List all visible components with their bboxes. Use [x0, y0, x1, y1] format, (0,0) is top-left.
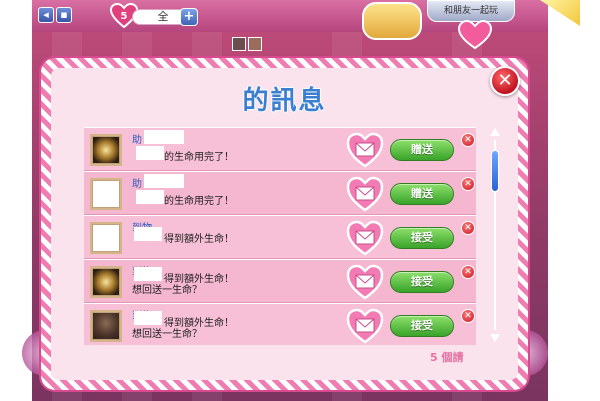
close-icon[interactable]: ✕	[461, 265, 475, 279]
avatar	[90, 266, 122, 298]
name-mask	[144, 130, 184, 144]
candy-decoration	[362, 2, 422, 40]
accept-life-button[interactable]: 接受	[390, 271, 454, 293]
friend-avatars	[232, 36, 268, 51]
friends-heart-icon	[457, 20, 493, 50]
avatar	[232, 37, 246, 51]
accept-life-button[interactable]: 接受	[390, 227, 454, 249]
settings-icon[interactable]: ▪	[56, 7, 72, 23]
menu-icon[interactable]: ◂	[38, 7, 54, 23]
name-mask	[136, 146, 164, 160]
heart-envelope-icon	[346, 308, 384, 344]
corner-banner	[540, 0, 580, 26]
heart-envelope-icon	[346, 132, 384, 168]
scroll-down-icon[interactable]	[490, 334, 500, 342]
close-icon[interactable]: ✕	[461, 133, 475, 147]
message-list: 助 的生命用完了！ 贈送 ✕ 助 的生命用完了！ 贈送 ✕ 得到額外生命！ 接受…	[84, 127, 476, 345]
close-icon[interactable]: ✕	[461, 309, 475, 323]
add-lives-button[interactable]: +	[180, 8, 198, 26]
name-mask	[134, 267, 162, 281]
avatar	[90, 222, 122, 254]
message-text: 的生命用完了！	[164, 152, 234, 163]
send-life-button[interactable]: 贈送	[390, 139, 454, 161]
message-text: 的生命用完了！	[164, 196, 234, 207]
heart-envelope-icon	[346, 220, 384, 256]
avatar	[90, 178, 122, 210]
message-text-secondary: 想回送一生命？	[132, 329, 202, 340]
scrollbar[interactable]	[489, 128, 501, 342]
message-row: 到物 得到額外生命！ 想回送一生命？ 接受 ✕	[84, 303, 476, 345]
message-row: 到物 得到額外生命！ 接受 ✕	[84, 215, 476, 259]
avatar	[248, 37, 262, 51]
sender-name: 助	[132, 179, 142, 190]
top-bar: ◂ ▪ 5 全 + 和朋友一起玩	[32, 0, 580, 51]
avatar	[90, 134, 122, 166]
message-row: 到物 得到額外生命！ 想回送一生命？ 接受 ✕	[84, 259, 476, 303]
request-count: 5 個請	[430, 351, 464, 364]
scroll-up-icon[interactable]	[490, 128, 500, 136]
game-screen: ◂ ▪ 5 全 + 和朋友一起玩 的訊息 ✕ 助 的生命用完了！ 贈送 ✕ 助 …	[0, 0, 600, 401]
message-text: 得到額外生命！	[164, 234, 234, 245]
message-row: 助 的生命用完了！ 贈送 ✕	[84, 127, 476, 171]
name-mask	[134, 311, 162, 325]
send-life-button[interactable]: 贈送	[390, 183, 454, 205]
heart-envelope-icon	[346, 176, 384, 212]
avatar	[90, 310, 122, 342]
close-dialog-button[interactable]: ✕	[490, 66, 520, 96]
accept-life-button[interactable]: 接受	[390, 315, 454, 337]
friends-panel[interactable]: 和朋友一起玩	[427, 0, 515, 22]
message-row: 助 的生命用完了！ 贈送 ✕	[84, 171, 476, 215]
close-icon[interactable]: ✕	[461, 221, 475, 235]
close-icon[interactable]: ✕	[461, 177, 475, 191]
lives-count: 5	[121, 11, 128, 22]
sender-name: 助	[132, 135, 142, 146]
scroll-thumb[interactable]	[491, 150, 499, 192]
name-mask	[136, 190, 164, 204]
dialog-title: 的訊息	[242, 86, 327, 116]
heart-envelope-icon	[346, 264, 384, 300]
name-mask	[134, 227, 162, 241]
message-text-secondary: 想回送一生命？	[132, 285, 202, 296]
name-mask	[144, 174, 184, 188]
